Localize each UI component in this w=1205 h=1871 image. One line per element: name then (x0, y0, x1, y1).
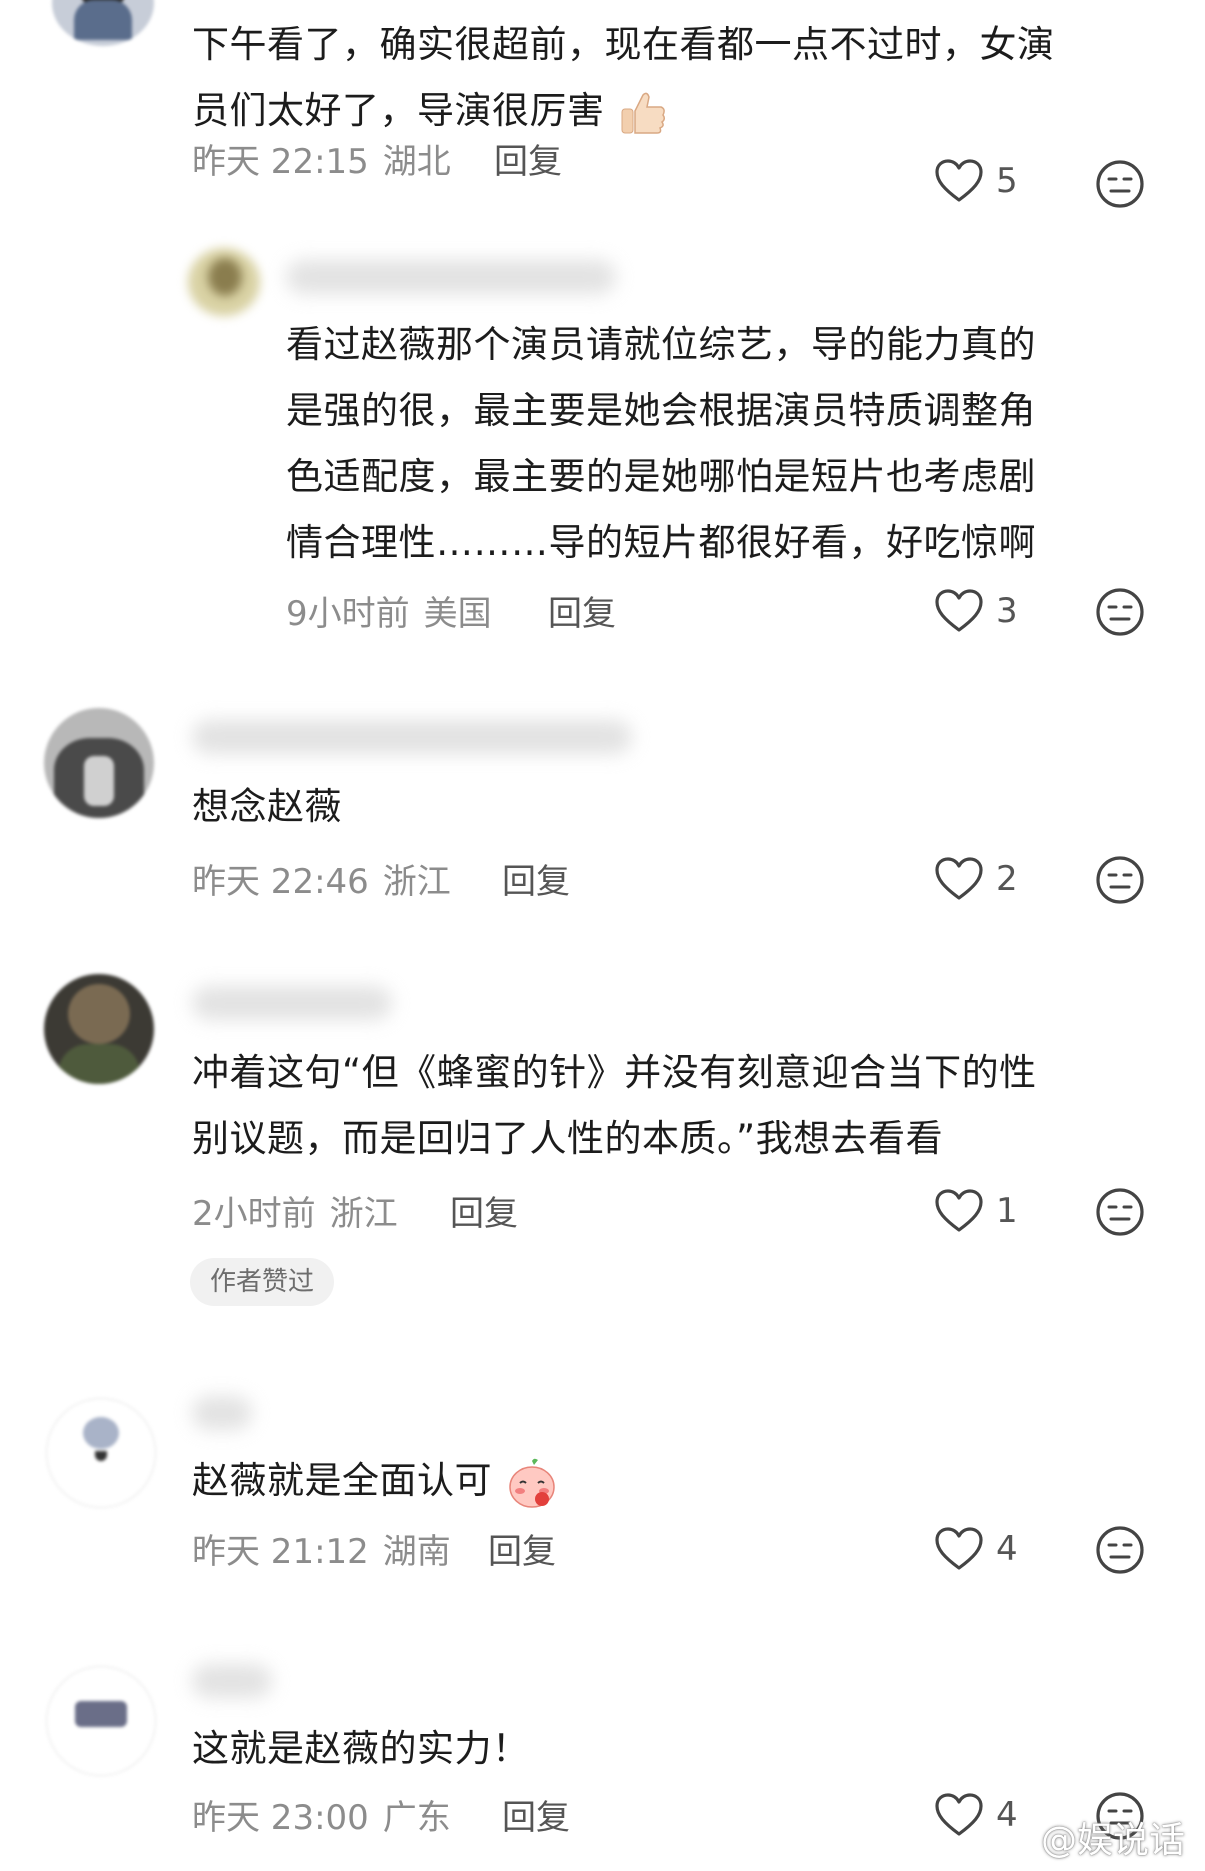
reply-line: 情合理性………导的短片都很好看，好吃惊啊 (286, 521, 1036, 564)
avatar[interactable] (44, 708, 154, 818)
reply-location: 美国 (423, 594, 492, 634)
like-count: 1 (996, 1191, 1018, 1231)
reply-username[interactable] (286, 260, 616, 294)
reply-time: 9小时前 (286, 594, 410, 634)
comment-time: 昨天 22:15 (192, 142, 369, 182)
like-count: 3 (996, 591, 1018, 631)
like-count: 5 (996, 161, 1018, 201)
reply-button[interactable]: 回复 (450, 1186, 518, 1235)
comment-line: 想念赵薇 (192, 785, 342, 828)
comment-text: 下午看了，确实很超前，现在看都一点不过时，女演 员们太好了，导演很厉害 (192, 12, 1172, 144)
reply-button[interactable]: 回复 (502, 1790, 570, 1839)
like-button[interactable]: 4 (934, 1526, 1018, 1572)
comment-time: 2小时前 (192, 1194, 316, 1234)
comment-location: 浙江 (382, 862, 451, 902)
comment-text: 冲着这句“但《蜂蜜的针》并没有刻意迎合当下的性 别议题，而是回归了人性的本质。”… (192, 1040, 1192, 1172)
heart-outline-icon (935, 159, 983, 202)
watermark: @娱说话 (991, 1811, 1185, 1863)
comment-location: 湖南 (382, 1532, 451, 1572)
weibo-logo-icon (992, 1821, 1033, 1855)
reply-button[interactable]: 回复 (502, 854, 570, 903)
comment-line: 这就是赵薇的实力！ (192, 1727, 530, 1770)
comment-line: 下午看了，确实很超前，现在看都一点不过时，女演 (192, 23, 1055, 66)
heart-outline-icon (935, 1189, 983, 1232)
heart-outline-icon (935, 857, 983, 900)
reply-line: 色适配度，最主要的是她哪怕是短片也考虑剧 (286, 455, 1036, 498)
thumbs-up-emoji-icon (621, 92, 665, 134)
comment-meta: 昨天 22:15 湖北 (192, 134, 451, 183)
watermark-text: @娱说话 (1040, 1820, 1185, 1861)
username[interactable] (192, 1664, 272, 1698)
reply-line: 是强的很，最主要是她会根据演员特质调整角 (286, 389, 1036, 432)
comment-line: 冲着这句“但《蜂蜜的针》并没有刻意迎合当下的性 (192, 1051, 1037, 1094)
neutral-face-icon[interactable] (1094, 158, 1146, 210)
neutral-face-icon[interactable] (1094, 1524, 1146, 1576)
avatar[interactable] (46, 1398, 156, 1508)
comment-text: 这就是赵薇的实力！ (192, 1716, 1172, 1782)
comment-location: 广东 (382, 1798, 451, 1838)
heart-outline-icon (935, 1527, 983, 1570)
avatar[interactable] (44, 974, 154, 1084)
comment-time: 昨天 21:12 (192, 1532, 369, 1572)
reply-button[interactable]: 回复 (494, 134, 562, 183)
reply-meta: 9小时前 美国 (286, 586, 492, 635)
comment-meta: 昨天 21:12 湖南 (192, 1524, 451, 1573)
comment-text: 赵薇就是全面认可 (192, 1448, 1172, 1514)
like-count: 4 (996, 1529, 1018, 1569)
comment-line: 别议题，而是回归了人性的本质。”我想去看看 (192, 1117, 944, 1160)
like-count: 2 (996, 859, 1018, 899)
comment-list: 下午看了，确实很超前，现在看都一点不过时，女演 员们太好了，导演很厉害 昨天 2… (0, 0, 1205, 1871)
comment-text: 想念赵薇 (192, 774, 1172, 840)
comment-meta: 昨天 23:00 广东 (192, 1790, 451, 1839)
comment-location: 浙江 (329, 1194, 398, 1234)
heart-outline-icon (935, 589, 983, 632)
neutral-face-icon[interactable] (1094, 854, 1146, 906)
comment-line-text: 赵薇就是全面认可 (192, 1459, 492, 1502)
reply-line: 看过赵薇那个演员请就位综艺，导的能力真的 (286, 323, 1036, 366)
reply-text: 看过赵薇那个演员请就位综艺，导的能力真的 是强的很，最主要是她会根据演员特质调整… (286, 312, 1166, 576)
comment-time: 昨天 22:46 (192, 862, 369, 902)
reply-button[interactable]: 回复 (488, 1524, 556, 1573)
comment-line-text: 员们太好了，导演很厉害 (192, 89, 605, 132)
reply-button[interactable]: 回复 (548, 586, 616, 635)
avatar[interactable] (46, 1666, 156, 1776)
author-liked-badge: 作者赞过 (190, 1258, 335, 1306)
avatar[interactable] (52, 0, 154, 46)
blushing-face-emoji-icon (509, 1458, 556, 1508)
neutral-face-icon[interactable] (1094, 1186, 1146, 1238)
username[interactable] (192, 1396, 252, 1430)
neutral-face-icon[interactable] (1094, 586, 1146, 638)
heart-outline-icon (935, 1793, 983, 1836)
comment-meta: 昨天 22:46 浙江 (192, 854, 451, 903)
reply-avatar[interactable] (188, 248, 260, 316)
like-button[interactable]: 2 (934, 856, 1018, 902)
comment-line: 赵薇就是全面认可 (192, 1448, 1172, 1514)
like-button[interactable]: 1 (934, 1188, 1018, 1234)
like-button[interactable]: 3 (934, 588, 1018, 634)
username[interactable] (192, 720, 632, 754)
comment-time: 昨天 23:00 (192, 1798, 369, 1838)
like-button[interactable]: 5 (934, 158, 1018, 204)
comment-meta: 2小时前 浙江 (192, 1186, 398, 1235)
username[interactable] (192, 986, 392, 1020)
comment-location: 湖北 (382, 142, 451, 182)
